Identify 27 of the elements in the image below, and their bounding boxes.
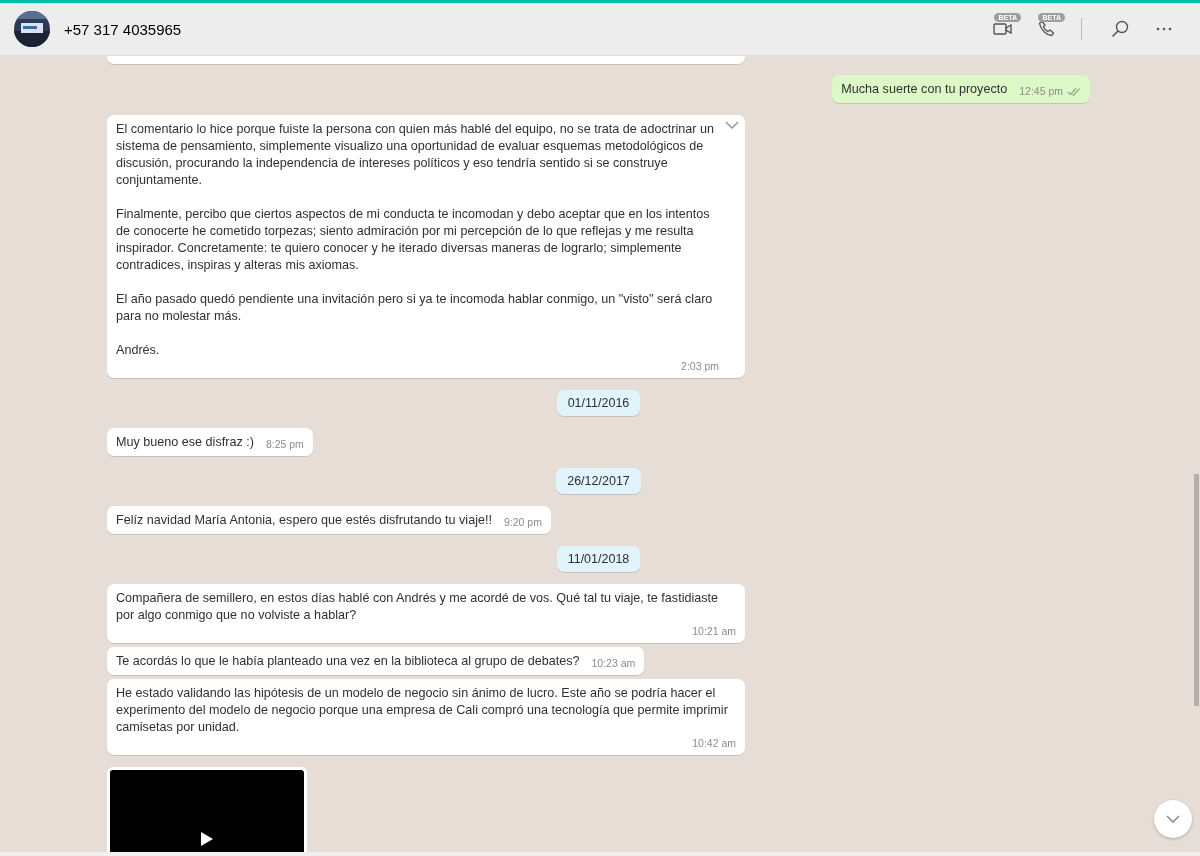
date-label: 11/01/2018 — [556, 546, 641, 572]
message-text: He estado validando las hipótesis de un modelo de negocio sin ánimo de lucro. Este año se podría hacer el experimento del modelo de negocio porque una empresa de Cali compró una tecnología que permite imprimir camisetas por unidad. — [116, 685, 729, 736]
avatar[interactable] — [14, 11, 50, 47]
message-time: 10:21 am — [692, 624, 736, 639]
play-icon[interactable] — [200, 830, 214, 847]
scrollbar-thumb[interactable] — [1194, 474, 1199, 706]
date-label: 26/12/2017 — [556, 468, 641, 494]
message-text: Te acordás lo que le había planteado una vez en la biblioteca al grupo de debates? — [116, 653, 580, 670]
message-time: 10:23 am — [591, 656, 636, 671]
video-camera-icon[interactable] — [993, 22, 1013, 36]
chevron-down-icon[interactable] — [725, 121, 739, 129]
message-text: Compañera de semillero, en estos días hablé con Andrés y me acordé de vos. Qué tal tu viaje, te fastidiaste por algo conmigo que no volviste a hablar? — [116, 590, 720, 624]
phone-icon[interactable] — [1038, 20, 1056, 38]
message-text: Muy bueno ese disfraz :) — [116, 434, 254, 451]
message-time: 2:03 pm — [681, 359, 719, 374]
date-label: 01/11/2016 — [556, 390, 641, 416]
contact-name: +57 317 4035965 — [64, 20, 183, 38]
chevron-down-icon — [1166, 815, 1180, 823]
more-icon[interactable] — [1156, 27, 1172, 31]
message-text: Mucha suerte con tu proyecto — [841, 81, 1008, 98]
message-time: 8:25 pm — [265, 437, 304, 452]
search-icon[interactable] — [1111, 20, 1129, 38]
message-text: Felíz navidad María Antonia, espero que estés disfrutando tu viaje!! — [116, 512, 492, 529]
message-time: 12:45 pm — [1019, 84, 1063, 99]
message-time: 10:42 am — [692, 736, 736, 751]
message-time: 9:20 pm — [503, 515, 542, 530]
message-text: El comentario lo hice porque fuiste la persona con quien más hablé del equipo, no se trata de adoctrinar un sistema de pensamiento, simplemente visualizo una oportunidad de evaluar esquemas metodológicos de discusión, procurando la independencia de intereses políticos y eso tendría sentido si se construye conjuntamente. Finalmente, percibo que ciertos aspectos de mi conducta te incomodan y debo aceptar que en los intentos de conocerte he cometido torpezas; siento admiración por mi percepción de lo que reflejas y me resulta inspirador. Concretamente: te quiero conocer y he iterado diversas maneras de lograrlo; simplemente contradices, inspiras y alteras mis axiomas. El año pasado quedó pendiente una invitación pero si ya te incomoda hablar conmigo, un "visto" será claro para no molestar más. Andrés. — [116, 121, 715, 359]
